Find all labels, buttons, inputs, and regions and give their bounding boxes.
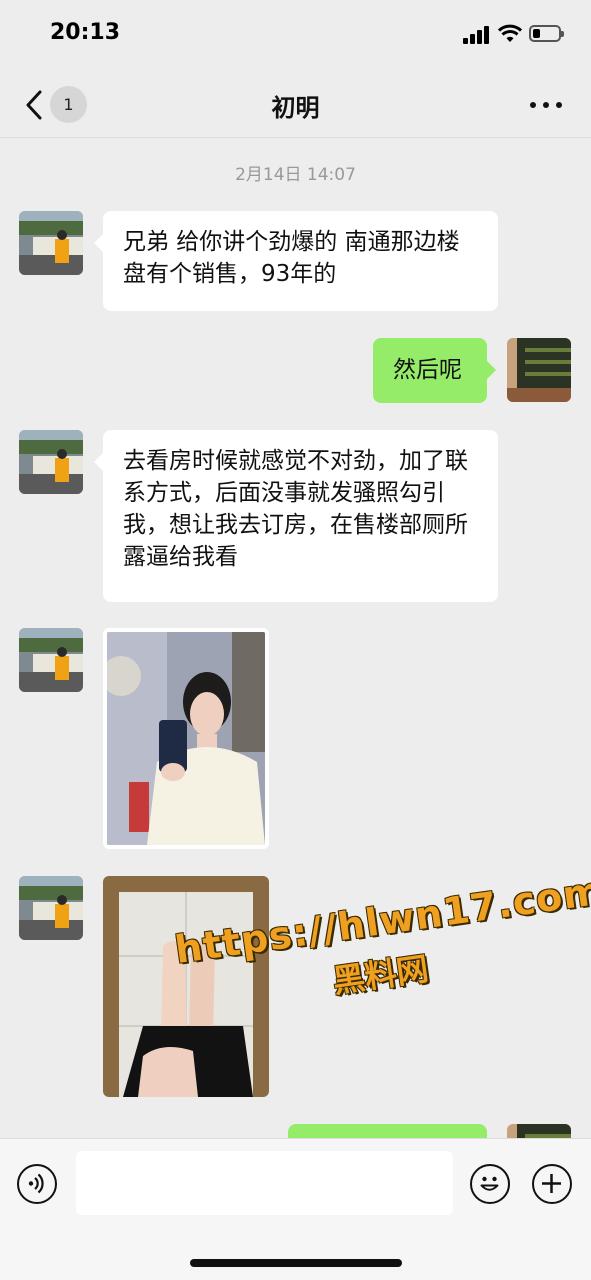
emoji-button[interactable]	[470, 1164, 510, 1204]
message-timestamp: 2月14日 14:07	[235, 165, 356, 185]
contact-avatar[interactable]	[19, 876, 83, 940]
plus-button[interactable]	[532, 1164, 572, 1204]
status-bar: 20:13	[0, 0, 591, 70]
plus-icon	[542, 1174, 561, 1193]
chat-header: 1 初明	[0, 70, 591, 138]
message-bubble-outgoing[interactable]: 然后呢	[373, 338, 496, 403]
my-avatar[interactable]	[507, 338, 571, 402]
message-text: 然后呢	[393, 357, 462, 383]
chat-title: 初明	[271, 94, 320, 122]
message-bubble-incoming[interactable]: 去看房时候就感觉不对劲，加了联系方式，后面没事就发骚照勾引我，想让我去订房，在售…	[94, 430, 498, 602]
contact-avatar[interactable]	[19, 430, 83, 494]
contact-avatar[interactable]	[19, 211, 83, 275]
status-time: 20:13	[50, 20, 121, 45]
emoji-icon	[480, 1176, 499, 1191]
image-message[interactable]	[103, 628, 269, 849]
voice-button[interactable]	[17, 1164, 57, 1204]
voice-icon	[28, 1173, 44, 1194]
message-text: 去看房时候就感觉不对劲，加了联系方式，后面没事就发骚照勾引我，想让我去订房，在售…	[123, 448, 468, 570]
message-input[interactable]	[76, 1151, 453, 1215]
message-bubble-incoming[interactable]: 兄弟 给你讲个劲爆的 南通那边楼盘有个销售，93年的	[94, 211, 498, 311]
more-options-button[interactable]	[526, 92, 566, 116]
message-text: 兄弟 给你讲个劲爆的 南通那边楼盘有个销售，93年的	[123, 229, 460, 287]
wifi-icon	[497, 24, 523, 44]
home-indicator[interactable]	[190, 1259, 402, 1267]
battery-level	[533, 29, 540, 38]
contact-avatar[interactable]	[19, 628, 83, 692]
battery-icon	[529, 25, 564, 42]
cellular-signal-icon	[463, 26, 491, 44]
more-dots-icon	[530, 102, 536, 108]
